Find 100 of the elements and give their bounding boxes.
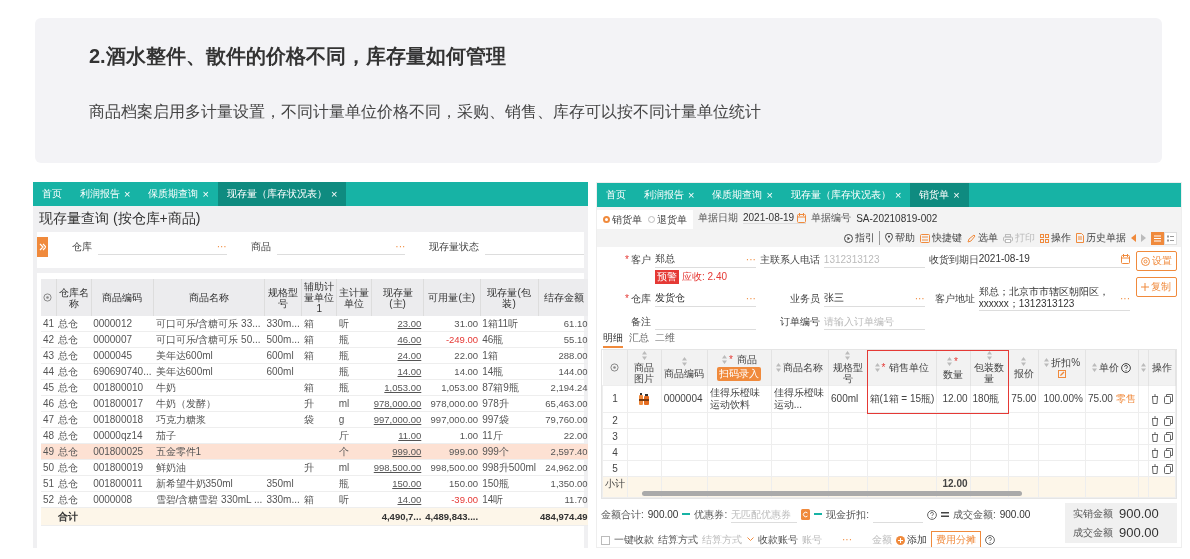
sort-icon[interactable] [1044, 358, 1050, 367]
column-header[interactable]: 商品编码 [664, 367, 705, 379]
play-icon[interactable] [844, 233, 853, 243]
toolbar-button[interactable]: 选单 [967, 231, 998, 245]
table-row[interactable]: 43 总仓 0000045 美年达600ml 600ml 箱 瓶 24.00 22.00 1箱 288.00 [41, 347, 588, 364]
tab[interactable]: 二维 [655, 331, 675, 348]
column-header[interactable]: 现存量(主) [371, 279, 424, 316]
refresh-icon[interactable] [801, 509, 811, 520]
checkbox[interactable] [601, 535, 610, 545]
column-header[interactable]: 现存量(包装) [480, 279, 539, 316]
quantity-link[interactable]: 23.00 [371, 316, 424, 332]
column-header[interactable]: 可用量(主) [423, 279, 481, 316]
column-header[interactable]: 辅助计量单位1 [301, 279, 337, 316]
sort-icon[interactable] [986, 351, 992, 360]
help-icon[interactable] [926, 509, 937, 520]
table-row[interactable]: 51 总仓 001800011 新希望牛奶350ml 350ml 瓶 150.00 150.00 150瓶 1,350.00 [41, 475, 588, 492]
radio-button[interactable]: 退货单 [648, 212, 687, 227]
quantity-link[interactable]: 999.00 [371, 443, 424, 460]
tab[interactable]: 汇总 [629, 331, 649, 348]
trash-icon[interactable] [1150, 447, 1159, 458]
quantity-link[interactable]: 150.00 [371, 475, 424, 492]
edit-icon[interactable] [1058, 370, 1067, 378]
add-button[interactable]: 添加 [896, 533, 927, 547]
quantity-link[interactable]: 1,053.00 [371, 379, 424, 396]
tab[interactable]: 现存量（库存状况表） × [217, 182, 347, 206]
table-row[interactable]: 48 总仓 00000qz14 茄子 斤 11.00 1.00 11斤 22.00 [41, 427, 588, 444]
column-header[interactable]: 商品图片 [630, 362, 659, 384]
trash-icon[interactable] [1150, 394, 1159, 404]
expand-button[interactable] [37, 237, 48, 257]
input-field[interactable]: 郑总 [655, 253, 744, 265]
column-header[interactable]: 单价 [1099, 362, 1120, 373]
sort-icon[interactable] [947, 356, 952, 366]
quantity-link[interactable]: 14.00 [371, 491, 424, 508]
quantity-link[interactable]: 997,000.00 [371, 411, 424, 428]
detail-view-button[interactable] [1164, 231, 1177, 245]
settings-icon[interactable] [610, 363, 620, 372]
toolbar-button[interactable]: 历史单据 [1076, 231, 1126, 245]
quantity-link[interactable]: 46.00 [371, 331, 424, 348]
copy-icon[interactable] [1163, 394, 1173, 404]
column-header[interactable]: 主计量单位 [336, 279, 372, 316]
sort-icon[interactable] [641, 351, 647, 360]
copy-icon[interactable] [1163, 431, 1173, 442]
sort-icon[interactable] [1021, 356, 1027, 366]
quantity-link[interactable]: 11.00 [371, 427, 424, 444]
column-header[interactable]: 商品编码 [91, 279, 154, 316]
trash-icon[interactable] [1150, 463, 1159, 474]
table-row[interactable]: 46 总仓 001800017 牛奶（发酵） 升 ml 978,000.00 978,000.00 978升 65,463.00 [41, 395, 588, 412]
help-icon[interactable] [985, 535, 995, 545]
table-row[interactable]: 41 总仓 0000012 可口可乐/含糖可乐 33... 330m... 箱 听 23.00 31.00 1箱11听 61.10 [41, 316, 588, 332]
radio-button[interactable]: 销货单 [603, 212, 642, 227]
pen-icon[interactable] [967, 233, 976, 243]
column-header[interactable]: 规格型号 [831, 362, 865, 384]
column-header[interactable]: 销售单位 [889, 362, 930, 373]
column-header[interactable]: 规格型号 [264, 279, 302, 316]
settings-icon[interactable] [43, 293, 52, 302]
table-row[interactable]: 47 总仓 001800018 巧克力糖浆 袋 g 997,000.00 997,000.00 997袋 79,760.00 [41, 411, 588, 428]
keyboard-icon[interactable] [920, 233, 930, 243]
table-row[interactable]: 45 总仓 001800010 牛奶 箱 瓶 1,053.00 1,053.00 87箱9瓶 2,194.24 [41, 379, 588, 396]
trash-icon[interactable] [1150, 415, 1159, 426]
date-value[interactable]: 2021-08-19 [743, 212, 795, 223]
column-header[interactable]: 商品名称 [153, 279, 265, 316]
chevron-down-icon[interactable] [747, 537, 754, 542]
sort-icon[interactable] [1092, 363, 1098, 372]
column-header[interactable]: 折扣% [1051, 357, 1081, 368]
copy-icon[interactable] [1163, 415, 1173, 426]
close-button[interactable]: × [953, 189, 960, 201]
column-header[interactable]: 商品名称 [783, 362, 824, 373]
column-header[interactable]: 数量 [943, 368, 964, 380]
previous-icon[interactable] [1131, 234, 1136, 242]
location-pin-icon[interactable] [885, 233, 893, 243]
document-icon[interactable] [1076, 233, 1084, 243]
table-row[interactable]: 42 总仓 0000007 可口可乐/含糖可乐 50... 500m... 箱 瓶 46.00 -249.00 46瓶 55.10 [41, 331, 588, 348]
sort-icon[interactable] [874, 363, 880, 372]
column-header[interactable]: 仓库名称 [56, 279, 92, 316]
list-view-button[interactable] [1151, 231, 1164, 245]
sort-icon[interactable] [776, 363, 782, 372]
column-header[interactable]: 包装数量 [972, 362, 1006, 384]
sort-icon[interactable] [1140, 363, 1146, 372]
input-field[interactable]: 1312313123 [823, 253, 925, 265]
next-icon[interactable] [1141, 234, 1146, 242]
toolbar-button[interactable]: 指引 [844, 231, 880, 245]
input-field[interactable]: 发货仓 [655, 292, 744, 304]
tab[interactable]: 明细 [603, 331, 623, 348]
column-header[interactable]: 操作 [1151, 362, 1172, 373]
grid-icon[interactable] [1040, 233, 1049, 243]
help-icon[interactable] [1121, 362, 1132, 373]
table-row[interactable]: 52 总仓 0000008 雪碧/含糖雪碧 330mL ... 330m... 箱 听 14.00 -39.00 14听 11.70 [41, 491, 588, 508]
trash-icon[interactable] [1150, 431, 1159, 442]
toolbar-button[interactable]: 快捷键 [920, 231, 962, 245]
column-header[interactable]: 报价 [1013, 367, 1034, 379]
quantity-link[interactable]: 998,500.00 [371, 459, 424, 476]
input-field[interactable]: 张三 [823, 292, 913, 304]
sort-icon[interactable] [681, 356, 687, 366]
table-row[interactable]: 50 总仓 001800019 鲜奶油 升 ml 998,500.00 998,500.00 998升500ml 24,962.00 [41, 459, 588, 476]
copy-icon[interactable] [1163, 463, 1173, 474]
toolbar-button[interactable]: 操作 [1040, 231, 1071, 245]
calendar-icon[interactable] [797, 212, 807, 223]
column-header[interactable]: 商品 [736, 354, 757, 365]
tab[interactable]: 销货单 × [910, 183, 969, 207]
table-row[interactable]: 44 总仓 690690740... 美年达600ml 600ml 瓶 14.00 14.00 14瓶 144.00 [41, 363, 588, 380]
